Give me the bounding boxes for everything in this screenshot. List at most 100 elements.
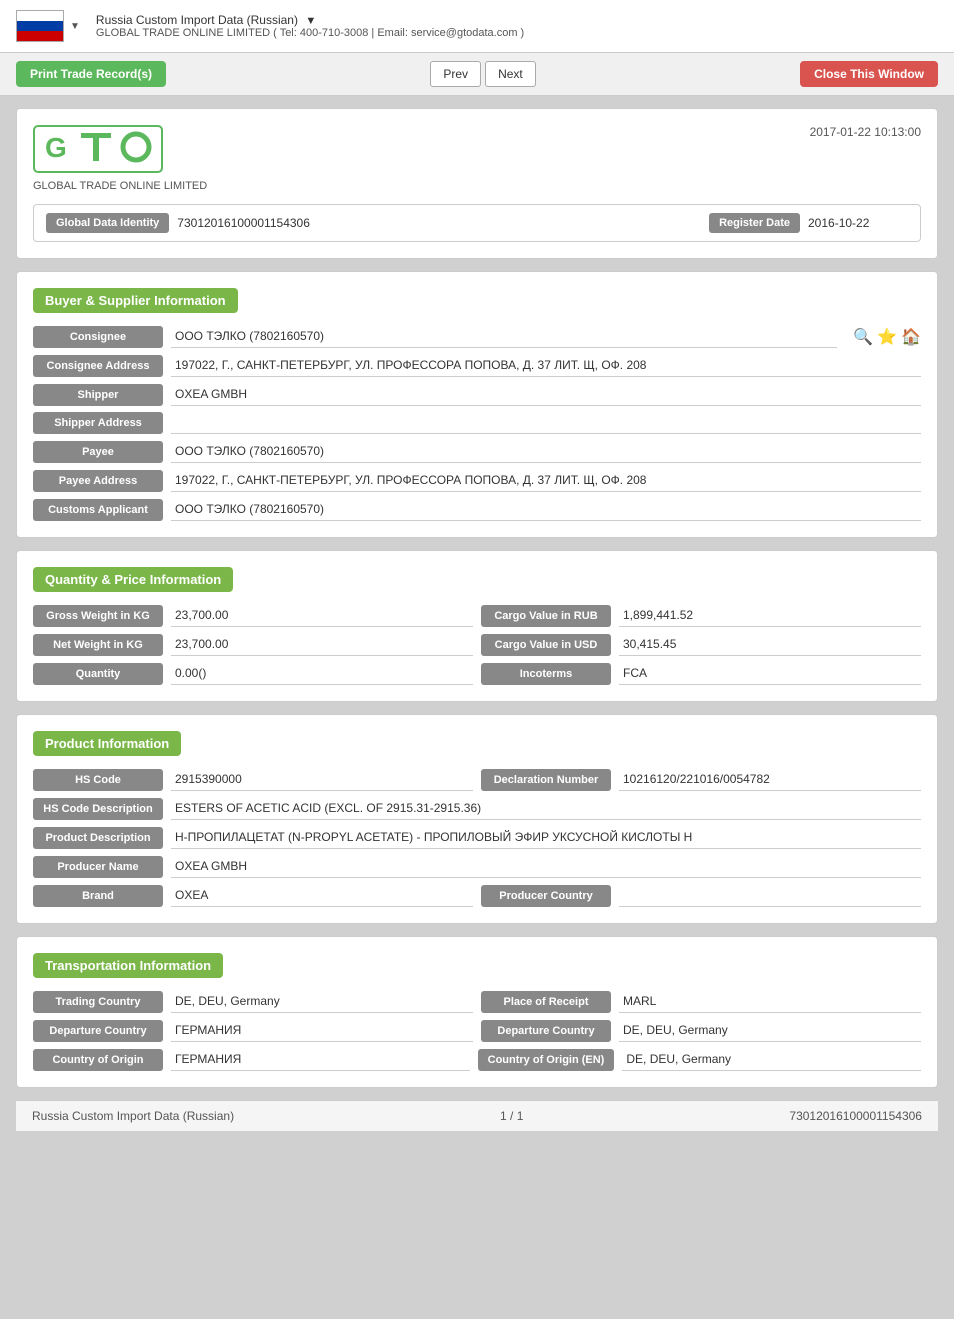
payee-value: ООО ТЭЛКО (7802160570) <box>171 440 921 463</box>
prev-button[interactable]: Prev <box>430 61 481 87</box>
net-weight-row: Net Weight in KG 23,700.00 Cargo Value i… <box>33 633 921 656</box>
quantity-label: Quantity <box>33 663 163 685</box>
departure-country-value: ГЕРМАНИЯ <box>171 1019 473 1042</box>
incoterms-label: Incoterms <box>481 663 611 685</box>
consignee-address-value: 197022, Г., САНКТ-ПЕТЕРБУРГ, УЛ. ПРОФЕСС… <box>171 354 921 377</box>
payee-address-row: Payee Address 197022, Г., САНКТ-ПЕТЕРБУР… <box>33 469 921 492</box>
product-info-header: Product Information <box>33 731 181 756</box>
cargo-usd-label: Cargo Value in USD <box>481 634 611 656</box>
country-of-origin-en-label: Country of Origin (EN) <box>478 1049 615 1071</box>
product-desc-row: Product Description Н-ПРОПИЛАЦЕТАТ (N-PR… <box>33 826 921 849</box>
quantity-value: 0.00() <box>171 662 473 685</box>
country-of-origin-row: Country of Origin ГЕРМАНИЯ Country of Or… <box>33 1048 921 1071</box>
page-title: Russia Custom Import Data (Russian) ▼ <box>96 13 524 27</box>
producer-name-value: OXEA GMBH <box>171 855 921 878</box>
global-data-identity-label: Global Data Identity <box>46 213 169 233</box>
register-date-value: 2016-10-22 <box>808 216 908 230</box>
record-timestamp: 2017-01-22 10:13:00 <box>810 125 921 139</box>
search-icon[interactable]: 🔍 <box>853 327 873 347</box>
brand-row: Brand OXEA Producer Country <box>33 884 921 907</box>
product-info-fields: HS Code 2915390000 Declaration Number 10… <box>33 768 921 907</box>
hs-code-desc-label: HS Code Description <box>33 798 163 820</box>
logo-area: G → GLOBAL TRADE ONLINE LIMITED <box>33 125 207 192</box>
hs-code-desc-value: ESTERS OF ACETIC ACID (EXCL. OF 2915.31-… <box>171 797 921 820</box>
place-of-receipt-label: Place of Receipt <box>481 991 611 1013</box>
customs-applicant-row: Customs Applicant ООО ТЭЛКО (7802160570) <box>33 498 921 521</box>
trading-country-value: DE, DEU, Germany <box>171 990 473 1013</box>
record-top: G → GLOBAL TRADE ONLINE LIMITED 2017-01-… <box>33 125 921 192</box>
flag-dropdown-arrow[interactable]: ▼ <box>70 21 80 32</box>
transportation-card: Transportation Information Trading Count… <box>16 936 938 1088</box>
page-title-arrow[interactable]: ▼ <box>305 15 316 27</box>
register-date-label: Register Date <box>709 213 800 233</box>
footer-center: 1 / 1 <box>500 1109 523 1123</box>
departure-country2-value: DE, DEU, Germany <box>619 1019 921 1042</box>
payee-address-label: Payee Address <box>33 470 163 492</box>
footer-right: 73012016100001154306 <box>789 1109 922 1123</box>
consignee-row: Consignee ООО ТЭЛКО (7802160570) 🔍 ⭐ 🏠 <box>33 325 921 348</box>
country-of-origin-value: ГЕРМАНИЯ <box>171 1048 470 1071</box>
country-of-origin-en-value: DE, DEU, Germany <box>622 1048 921 1071</box>
consignee-address-label: Consignee Address <box>33 355 163 377</box>
payee-address-value: 197022, Г., САНКТ-ПЕТЕРБУРГ, УЛ. ПРОФЕСС… <box>171 469 921 492</box>
star-icon[interactable]: ⭐ <box>877 327 897 347</box>
product-desc-value: Н-ПРОПИЛАЦЕТАТ (N-PROPYL ACETATE) - ПРОП… <box>171 826 921 849</box>
hs-code-row: HS Code 2915390000 Declaration Number 10… <box>33 768 921 791</box>
cargo-rub-value: 1,899,441.52 <box>619 604 921 627</box>
departure-country-row: Departure Country ГЕРМАНИЯ Departure Cou… <box>33 1019 921 1042</box>
trading-country-row: Trading Country DE, DEU, Germany Place o… <box>33 990 921 1013</box>
cargo-rub-label: Cargo Value in RUB <box>481 605 611 627</box>
producer-name-row: Producer Name OXEA GMBH <box>33 855 921 878</box>
consignee-icons: 🔍 ⭐ 🏠 <box>853 327 921 347</box>
consignee-address-row: Consignee Address 197022, Г., САНКТ-ПЕТЕ… <box>33 354 921 377</box>
payee-label: Payee <box>33 441 163 463</box>
shipper-address-value <box>171 412 921 434</box>
cargo-usd-value: 30,415.45 <box>619 633 921 656</box>
footer-bar: Russia Custom Import Data (Russian) 1 / … <box>16 1100 938 1131</box>
logo-subtitle: GLOBAL TRADE ONLINE LIMITED <box>33 180 207 192</box>
shipper-address-row: Shipper Address <box>33 412 921 434</box>
gross-weight-row: Gross Weight in KG 23,700.00 Cargo Value… <box>33 604 921 627</box>
next-button[interactable]: Next <box>485 61 536 87</box>
producer-country-label: Producer Country <box>481 885 611 907</box>
title-area: Russia Custom Import Data (Russian) ▼ GL… <box>96 13 524 39</box>
declaration-number-value: 10216120/221016/0054782 <box>619 768 921 791</box>
consignee-label: Consignee <box>33 326 163 348</box>
toolbar: Print Trade Record(s) Prev Next Close Th… <box>0 53 954 96</box>
shipper-value: OXEA GMBH <box>171 383 921 406</box>
page-subtitle: GLOBAL TRADE ONLINE LIMITED ( Tel: 400-7… <box>96 27 524 39</box>
svg-text:G: G <box>45 132 67 163</box>
product-info-card: Product Information HS Code 2915390000 D… <box>16 714 938 924</box>
global-data-identity-value: 73012016100001154306 <box>177 216 701 230</box>
place-of-receipt-value: MARL <box>619 990 921 1013</box>
quantity-price-header: Quantity & Price Information <box>33 567 233 592</box>
trading-country-label: Trading Country <box>33 991 163 1013</box>
identity-row: Global Data Identity 7301201610000115430… <box>33 204 921 242</box>
flag-wrapper: ▼ <box>16 10 80 42</box>
print-button[interactable]: Print Trade Record(s) <box>16 61 166 87</box>
brand-value: OXEA <box>171 884 473 907</box>
close-window-button[interactable]: Close This Window <box>800 61 938 87</box>
product-desc-label: Product Description <box>33 827 163 849</box>
main-card: G → GLOBAL TRADE ONLINE LIMITED 2017-01-… <box>16 108 938 259</box>
nav-group: Prev Next <box>430 61 535 87</box>
quantity-price-card: Quantity & Price Information Gross Weigh… <box>16 550 938 702</box>
russia-flag-icon <box>16 10 64 42</box>
net-weight-value: 23,700.00 <box>171 633 473 656</box>
svg-text:→: → <box>130 142 141 154</box>
buyer-supplier-fields: Consignee ООО ТЭЛКО (7802160570) 🔍 ⭐ 🏠 C… <box>33 325 921 521</box>
footer-left: Russia Custom Import Data (Russian) <box>32 1109 234 1123</box>
header-bar: ▼ Russia Custom Import Data (Russian) ▼ … <box>0 0 954 53</box>
departure-country-label: Departure Country <box>33 1020 163 1042</box>
page-title-text: Russia Custom Import Data (Russian) <box>96 13 298 27</box>
quantity-price-fields: Gross Weight in KG 23,700.00 Cargo Value… <box>33 604 921 685</box>
customs-applicant-label: Customs Applicant <box>33 499 163 521</box>
shipper-row: Shipper OXEA GMBH <box>33 383 921 406</box>
customs-applicant-value: ООО ТЭЛКО (7802160570) <box>171 498 921 521</box>
quantity-row: Quantity 0.00() Incoterms FCA <box>33 662 921 685</box>
shipper-address-label: Shipper Address <box>33 412 163 434</box>
main-content: G → GLOBAL TRADE ONLINE LIMITED 2017-01-… <box>0 96 954 1143</box>
gto-logo: G → <box>33 125 163 173</box>
brand-label: Brand <box>33 885 163 907</box>
home-icon[interactable]: 🏠 <box>901 327 921 347</box>
